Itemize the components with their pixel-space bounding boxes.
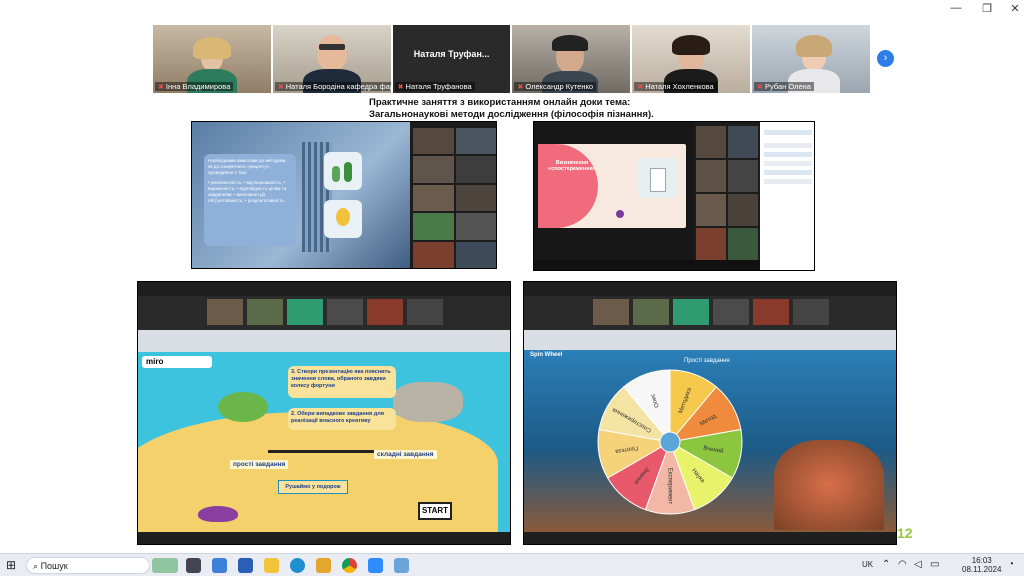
mic-muted-icon: ✖ bbox=[397, 84, 404, 91]
widgets-icon[interactable] bbox=[212, 558, 227, 573]
wheel-hub[interactable] bbox=[659, 431, 681, 453]
whale-illustration bbox=[198, 506, 238, 522]
battery-icon[interactable]: ▭ bbox=[930, 559, 939, 570]
minimize-button[interactable]: — bbox=[941, 2, 971, 14]
zoom-window: — ❐ ✕ ✖ Інна Владимирова ✖ Наталя Бородіна… bbox=[0, 0, 1024, 553]
participant-name: Інна Владимирова bbox=[165, 82, 231, 91]
participant-name: Наталя Труфанова bbox=[405, 82, 472, 91]
volume-icon[interactable]: ◁ bbox=[914, 559, 922, 570]
wheel-segment-label: Експеримент bbox=[666, 468, 672, 505]
participant-caption: Наталя Труфан... bbox=[413, 49, 490, 59]
language-indicator[interactable]: UK bbox=[862, 560, 873, 569]
mic-muted-icon: ✖ bbox=[517, 84, 524, 91]
participant-tile[interactable]: ✖ Олександр Кутенко bbox=[512, 25, 631, 93]
weather-icon[interactable] bbox=[152, 558, 178, 573]
notification-icon[interactable]: ◔ bbox=[1008, 559, 1014, 570]
shared-slide: Практичне заняття з використанням онлайн… bbox=[103, 93, 921, 553]
participant-name: Рубан Олена bbox=[765, 82, 811, 91]
zoom-icon[interactable] bbox=[368, 558, 383, 573]
slide-page-number: 12 bbox=[897, 525, 913, 541]
mic-muted-icon: ✖ bbox=[277, 84, 284, 91]
screenshot-methodology: Необхідними вимогами до методики, як до … bbox=[191, 121, 497, 269]
bulb-head-icon bbox=[324, 200, 362, 238]
participant-name: Наталя Бородіна кафедра фарма... bbox=[285, 82, 391, 91]
participant-name: Наталя Хохленкова bbox=[645, 82, 714, 91]
tray-chevron-icon[interactable]: ⌃ bbox=[882, 559, 890, 570]
taskbar-search[interactable]: ⌕ Пошук bbox=[26, 557, 150, 574]
participant-strip: ✖ Інна Владимирова ✖ Наталя Бородіна кафед… bbox=[153, 25, 870, 93]
edge-icon[interactable] bbox=[290, 558, 305, 573]
restore-button[interactable]: ❐ bbox=[972, 2, 1002, 15]
participant-tile[interactable]: ✖ Інна Владимирова bbox=[153, 25, 271, 93]
clock[interactable]: 16:03 08.11.2024 bbox=[962, 556, 1001, 574]
spin-wheel[interactable]: МетодикаМетодВченийНаукаЕкспериментЗнанн… bbox=[596, 368, 744, 516]
mic-muted-icon: ✖ bbox=[757, 84, 764, 91]
wifi-icon[interactable]: ◠ bbox=[898, 559, 907, 570]
mail-icon[interactable] bbox=[238, 558, 253, 573]
close-button[interactable]: ✕ bbox=[1000, 2, 1024, 15]
app-icon[interactable] bbox=[394, 558, 409, 573]
file-explorer-icon[interactable] bbox=[264, 558, 279, 573]
slide-title: Практичне заняття з використанням онлайн… bbox=[369, 97, 654, 120]
screenshot-spin-wheel: Spin Wheel Прості завдання Методика Метод… bbox=[523, 281, 897, 545]
participant-name: Олександр Кутенко bbox=[525, 82, 594, 91]
mic-muted-icon: ✖ bbox=[637, 84, 644, 91]
crowd-illustration bbox=[324, 152, 362, 190]
participant-tile[interactable]: ✖ Рубан Олена bbox=[752, 25, 870, 93]
screenshot-miro-board: miro 3. Створи презентацію яка пояснить … bbox=[137, 281, 511, 545]
task-view-icon[interactable] bbox=[186, 558, 201, 573]
taskbar: ⊞ ⌕ Пошук UK ⌃ ◠ ◁ ▭ 16:03 08.11.2024 ◔ bbox=[0, 553, 1024, 576]
next-page-button[interactable]: › bbox=[877, 50, 894, 67]
windows-start-icon[interactable]: ⊞ bbox=[6, 557, 22, 574]
screenshot-observation: Визначення «спостереження» bbox=[533, 121, 815, 271]
scientist-illustration bbox=[638, 158, 678, 198]
chrome-icon[interactable] bbox=[342, 558, 357, 573]
participant-tile-active[interactable]: ✖Наталя Бородіна кафедра фарма... bbox=[272, 25, 391, 93]
participant-tile[interactable]: ✖ Наталя Хохленкова bbox=[632, 25, 751, 93]
folder-icon[interactable] bbox=[316, 558, 331, 573]
participant-tile[interactable]: Наталя Труфан... ✖ Наталя Труфанова bbox=[392, 25, 511, 93]
mic-muted-icon: ✖ bbox=[158, 84, 164, 91]
search-icon: ⌕ bbox=[33, 561, 39, 571]
